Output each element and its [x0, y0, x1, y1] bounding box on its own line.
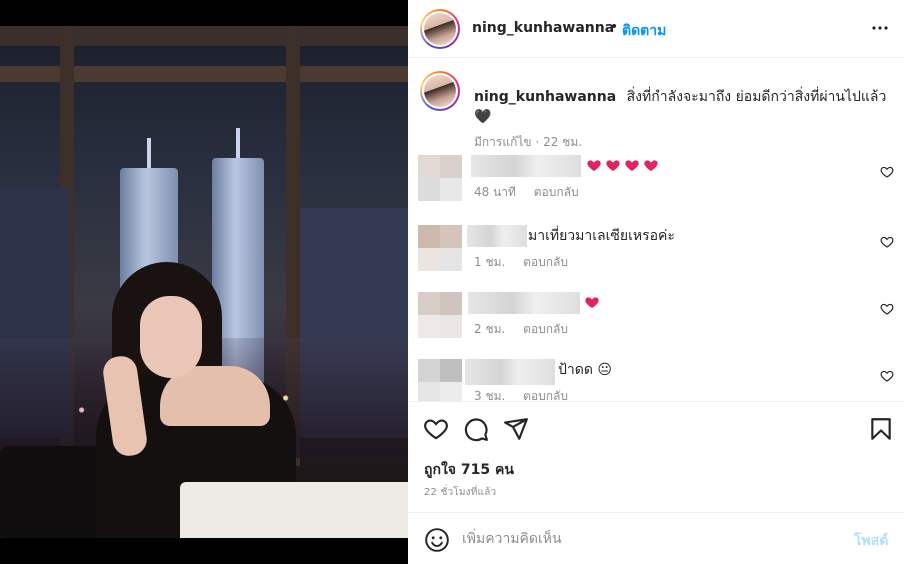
comment-text: ป้าดด — [558, 362, 593, 378]
comment-like-icon[interactable] — [880, 235, 894, 249]
caption-time: 22 ชม. — [543, 135, 583, 149]
post-actions: ถูกใจ 715 คน 22 ชั่วโมงที่แล้ว — [408, 401, 904, 512]
comment-item: 2 ชม. ตอบกลับ — [418, 292, 898, 352]
neutral-face-emoji: 😐 — [597, 362, 612, 378]
save-bookmark-icon[interactable] — [868, 416, 894, 442]
post-header: ning_kunhawanna • ติดตาม — [408, 0, 904, 58]
likes-count[interactable]: ถูกใจ 715 คน — [424, 459, 514, 481]
comment-bubble-icon[interactable] — [463, 416, 489, 442]
avatar[interactable] — [418, 292, 462, 338]
reply-button[interactable]: ตอบกลับ — [523, 389, 568, 401]
caption-username[interactable]: ning_kunhawanna — [474, 89, 616, 105]
comment-like-icon[interactable] — [880, 302, 894, 316]
avatar[interactable] — [418, 155, 462, 201]
post-photo[interactable] — [0, 26, 408, 538]
post-comment-button[interactable]: โพสต์ — [854, 530, 888, 552]
comment-item: 48 นาที ตอบกลับ — [418, 155, 898, 215]
comment-hearts — [586, 155, 662, 177]
more-options-icon[interactable] — [868, 16, 892, 40]
person-face — [140, 296, 202, 378]
blurred-username[interactable] — [467, 225, 527, 247]
blurred-username[interactable] — [465, 359, 555, 385]
red-heart-emoji — [606, 160, 620, 171]
emoji-smiley-icon[interactable] — [424, 527, 450, 553]
comment-like-icon[interactable] — [880, 369, 894, 383]
red-heart-emoji — [585, 297, 599, 308]
comment-hearts — [584, 292, 603, 314]
caption-meta: มีการแก้ไข · 22 ชม. — [474, 133, 582, 152]
avatar[interactable] — [420, 71, 460, 111]
comments-list[interactable]: ning_kunhawanna สิ่งที่กำลังจะมาถึง ย่อม… — [408, 59, 904, 401]
avatar[interactable] — [420, 9, 460, 49]
comment-text: มาเที่ยวมาเลเซียเหรอค่ะ — [528, 228, 675, 244]
post-time-ago: 22 ชั่วโมงที่แล้ว — [424, 487, 497, 498]
share-paper-plane-icon[interactable] — [503, 416, 529, 442]
black-heart-emoji: 🖤 — [474, 109, 492, 125]
reply-button[interactable]: ตอบกลับ — [534, 185, 579, 199]
avatar[interactable] — [418, 225, 462, 271]
comment-meta: 1 ชม. ตอบกลับ — [474, 253, 582, 272]
edited-label: มีการแก้ไข — [474, 135, 532, 149]
reply-button[interactable]: ตอบกลับ — [523, 255, 568, 269]
comment-text-wrap: ป้าดด 😐 — [558, 359, 612, 381]
tower-spire — [147, 138, 151, 168]
post-photo-panel — [0, 0, 408, 564]
blurred-username[interactable] — [471, 155, 581, 177]
table-cloth — [180, 482, 408, 538]
comment-input[interactable] — [462, 527, 842, 551]
avatar[interactable] — [418, 359, 462, 401]
like-heart-icon[interactable] — [423, 416, 449, 442]
red-heart-emoji — [644, 160, 658, 171]
red-heart-emoji — [625, 160, 639, 171]
follow-button[interactable]: ติดตาม — [622, 20, 666, 42]
comment-time: 48 นาที — [474, 185, 516, 199]
meta-separator: · — [535, 135, 540, 149]
tower-spire — [236, 128, 240, 158]
red-heart-emoji — [587, 160, 601, 171]
caption-text: ning_kunhawanna สิ่งที่กำลังจะมาถึง ย่อม… — [474, 87, 892, 127]
comment-meta: 48 นาที ตอบกลับ — [474, 183, 593, 202]
comment-item: ป้าดด 😐 3 ชม. ตอบกลับ — [418, 359, 898, 401]
blurred-username[interactable] — [468, 292, 580, 314]
add-comment-bar: โพสต์ — [408, 512, 904, 564]
caption-content: สิ่งที่กำลังจะมาถึง ย่อมดีกว่าสิ่งที่ผ่า… — [626, 89, 887, 105]
comment-time: 1 ชม. — [474, 255, 506, 269]
comment-meta: 2 ชม. ตอบกลับ — [474, 320, 582, 339]
comment-time: 2 ชม. — [474, 322, 506, 336]
comment-meta: 3 ชม. ตอบกลับ — [474, 387, 582, 401]
reply-button[interactable]: ตอบกลับ — [523, 322, 568, 336]
comment-item: มาเที่ยวมาเลเซียเหรอค่ะ 1 ชม. ตอบกลับ — [418, 225, 898, 285]
header-username[interactable]: ning_kunhawanna — [472, 20, 614, 36]
comment-time: 3 ชม. — [474, 389, 506, 401]
separator-dot: • — [610, 19, 619, 35]
post-side-panel: ning_kunhawanna • ติดตาม ning_kunhawanna… — [408, 0, 904, 564]
comment-like-icon[interactable] — [880, 165, 894, 179]
